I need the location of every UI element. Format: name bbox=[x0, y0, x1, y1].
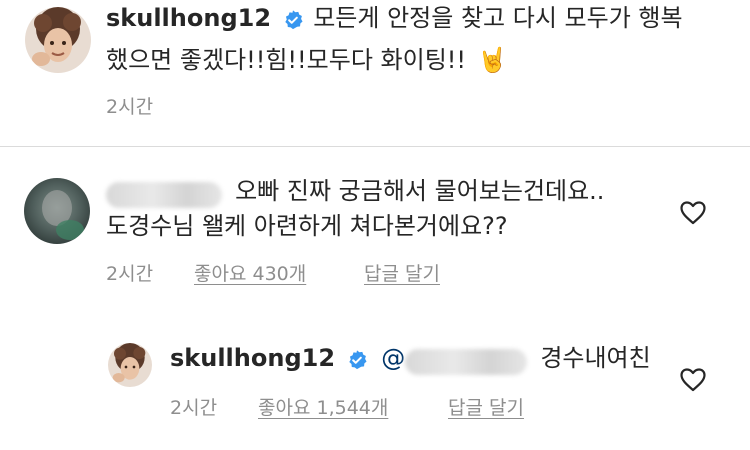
caption-divider bbox=[0, 146, 750, 147]
comment-text: 오빠 진짜 궁금해서 물어보는건데요.. bbox=[235, 177, 605, 205]
reply-author-avatar[interactable] bbox=[108, 343, 152, 387]
comment-like-icon[interactable] bbox=[680, 201, 706, 229]
reply-timestamp: 2시간 bbox=[170, 397, 218, 419]
comment-reply-button[interactable]: 답글 달기 bbox=[364, 259, 440, 286]
post-caption-text-2: 했으면 좋겠다!!힘!!모두다 화이팅!! bbox=[106, 46, 467, 74]
comment-line2: 도경수님 왤케 아련하게 쳐다본거에요?? bbox=[106, 212, 508, 240]
reply-author-username[interactable]: skullhong12 bbox=[170, 344, 335, 372]
reply-likes-link[interactable]: 좋아요 1,544개 bbox=[258, 393, 388, 420]
post-author-avatar[interactable] bbox=[25, 7, 91, 73]
verified-badge-icon bbox=[282, 9, 304, 35]
reply-mention-redacted[interactable] bbox=[405, 348, 528, 375]
reply-like-icon[interactable] bbox=[680, 368, 706, 396]
reply-reply-button[interactable]: 답글 달기 bbox=[448, 393, 524, 420]
comment-timestamp: 2시간 bbox=[106, 263, 154, 285]
post-timestamp: 2시간 bbox=[106, 96, 154, 118]
post-author-username[interactable]: skullhong12 bbox=[106, 4, 271, 32]
post-caption-line2: 했으면 좋겠다!!힘!!모두다 화이팅!! 🤘 bbox=[106, 43, 508, 78]
rock-hand-emoji: 🤘 bbox=[477, 46, 508, 74]
verified-badge-icon bbox=[346, 349, 368, 375]
comment-line1: 오빠 진짜 궁금해서 물어보는건데요.. bbox=[106, 174, 604, 209]
post-caption-line1: skullhong12 모든게 안정을 찾고 다시 모두가 행복 bbox=[106, 1, 683, 36]
reply-mention-prefix[interactable]: @ bbox=[381, 344, 405, 372]
comment-author-username-redacted[interactable] bbox=[106, 181, 222, 208]
reply-line: skullhong12 @ 경수내여친 bbox=[170, 341, 651, 376]
post-caption-text: 모든게 안정을 찾고 다시 모두가 행복 bbox=[313, 4, 683, 32]
comment-author-avatar[interactable] bbox=[24, 178, 90, 244]
reply-text: 경수내여친 bbox=[540, 344, 651, 372]
comment-likes-link[interactable]: 좋아요 430개 bbox=[194, 259, 306, 286]
